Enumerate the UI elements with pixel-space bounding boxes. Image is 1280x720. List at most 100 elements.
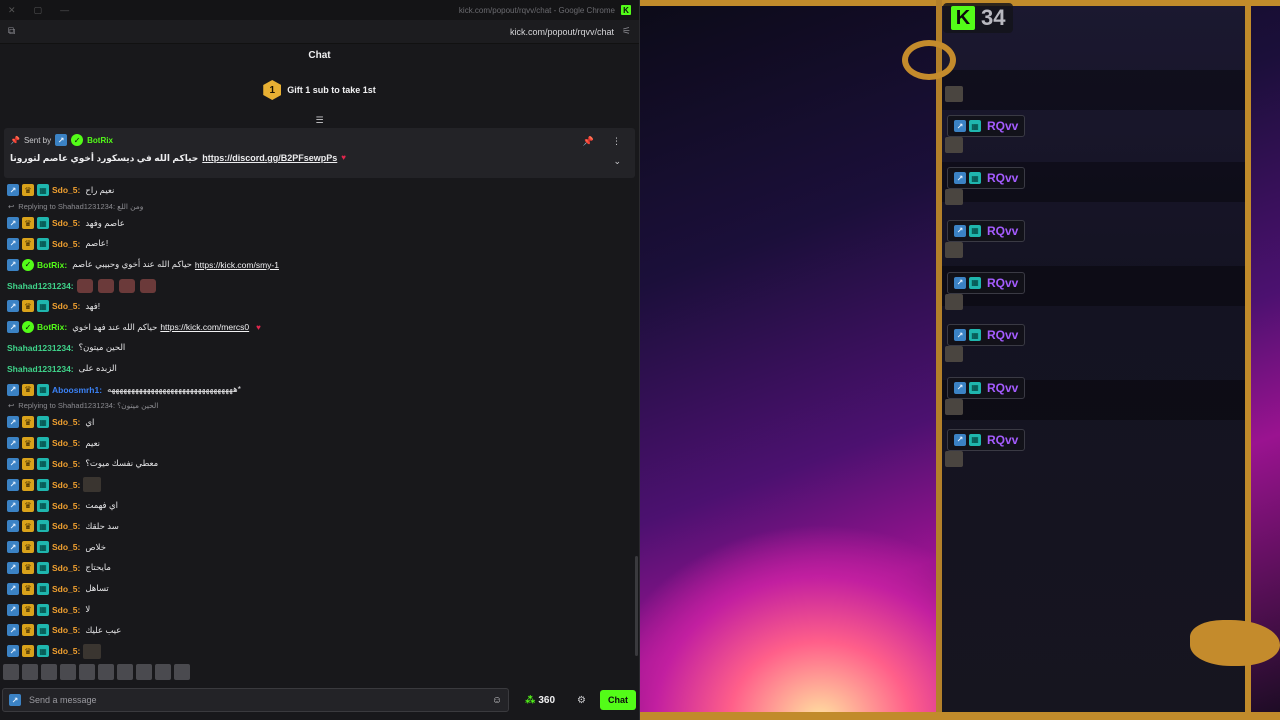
chat-message-link[interactable]: https://kick.com/smy-1 [195, 260, 279, 270]
emote-button[interactable] [3, 664, 19, 680]
reply-icon: ↩ [8, 202, 15, 212]
chat-username[interactable]: Sdo_5: [52, 438, 80, 448]
subscriber-badge-icon: ▦ [969, 381, 981, 394]
chat-input[interactable]: ↗ Send a message ☺ [2, 688, 510, 712]
chatter-name: RQvv [987, 171, 1019, 186]
chat-username[interactable]: Sdo_5: [52, 301, 80, 311]
chat-username[interactable]: Shahad1231234: [7, 343, 74, 353]
moderator-badge-icon: ↗ [7, 603, 19, 616]
maximize-window-icon[interactable]: ▢ [34, 5, 43, 16]
reply-text[interactable]: Replying to Shahad1231234: الحين ميتون؟ [18, 401, 158, 410]
chat-message: ↗ ♛ ▦ Sdo_5: فهد! [0, 296, 636, 317]
crown-badge-icon: ♛ [22, 217, 34, 230]
chat-username[interactable]: Sdo_5: [52, 646, 80, 656]
emote-button[interactable] [79, 664, 95, 680]
chat-message: ↗ ✓ BotRix: حياكم الله عند أخوي وحبيبي عاصم… [0, 254, 636, 275]
chat-username[interactable]: Sdo_5: [52, 542, 80, 552]
chat-username[interactable]: Sdo_5: [52, 605, 80, 615]
chat-message-link[interactable]: https://kick.com/mercs0 [160, 322, 249, 332]
chat-window: ✕ ▢ — kick.com/popout/rqvv/chat - Google… [0, 0, 640, 720]
chat-username[interactable]: BotRix: [37, 322, 67, 332]
moderator-badge-icon: ↗ [7, 237, 19, 250]
chat-sticker [83, 643, 102, 659]
chat-message-text: نعيم راح [85, 184, 115, 195]
address-url[interactable]: kick.com/popout/rqvv/chat [510, 27, 614, 37]
chevron-down-icon[interactable]: ⌄ [613, 156, 621, 167]
emote-button[interactable] [136, 664, 152, 680]
chat-username[interactable]: BotRix: [37, 260, 67, 270]
chat-username[interactable]: Sdo_5: [52, 521, 80, 531]
emoji-picker-icon[interactable]: ☺ [492, 695, 502, 706]
address-bar[interactable]: ⧉ kick.com/popout/rqvv/chat ⚟ [0, 20, 639, 44]
chat-username[interactable]: Sdo_5: [52, 480, 80, 490]
chat-username[interactable]: Sdo_5: [52, 417, 80, 427]
chat-username[interactable]: Sdo_5: [52, 563, 80, 573]
moderator-badge-icon: ↗ [7, 416, 19, 429]
send-chat-button[interactable]: Chat [600, 690, 636, 710]
chat-username[interactable]: Sdo_5: [52, 501, 80, 511]
chatter-name: RQvv [987, 119, 1019, 133]
moderator-badge-icon: ↗ [7, 383, 19, 396]
collapse-toggle-icon[interactable]: ☰ [0, 114, 639, 127]
channel-points[interactable]: ⁂ 360 [525, 695, 555, 706]
subscriber-badge-icon: ▦ [969, 172, 981, 185]
site-info-icon[interactable]: ⧉ [8, 26, 15, 37]
crown-badge-icon: ♛ [22, 383, 34, 396]
emote-button[interactable] [22, 664, 38, 680]
chat-username[interactable]: Sdo_5: [52, 459, 80, 469]
pin-action-icon[interactable]: 📌 [583, 136, 594, 147]
gold-frame [640, 712, 1280, 720]
chat-username[interactable]: Aboosmrh1: [52, 385, 102, 395]
gold-frame [1245, 0, 1251, 720]
overlay-strip [940, 70, 1248, 110]
close-window-icon[interactable]: ✕ [8, 5, 16, 16]
crown-badge-icon: ♛ [22, 237, 34, 250]
chat-username[interactable]: Sdo_5: [52, 239, 80, 249]
chat-username[interactable]: Sdo_5: [52, 185, 80, 195]
subscriber-badge-icon: ▦ [37, 184, 49, 197]
emote-button[interactable] [117, 664, 133, 680]
emote-button[interactable] [60, 664, 76, 680]
pinned-link[interactable]: https://discord.gg/B2PFsewpPs [202, 153, 337, 164]
more-options-icon[interactable]: ⋮ [612, 136, 621, 147]
reply-text[interactable]: Replying to Shahad1231234: ومن اللع [18, 202, 143, 211]
chat-message-text: اي [85, 416, 95, 427]
chat-username[interactable]: Sdo_5: [52, 218, 80, 228]
chat-message-text: حياكم الله عند فهد اخوي [72, 321, 158, 332]
emote-button[interactable] [41, 664, 57, 680]
chat-username[interactable]: Shahad1231234: [7, 281, 74, 291]
pinned-sender[interactable]: BotRix [87, 136, 113, 145]
chat-message: ↗ ♛ ▦ Sdo_5: مايحتاج [0, 558, 636, 579]
crown-badge-icon: ♛ [22, 478, 34, 491]
chat-username[interactable]: Shahad1231234: [7, 364, 74, 374]
pinned-message: 📌 Sent by ↗ ✓ BotRix حياكم الله في ديسكو… [4, 128, 635, 178]
chat-scrollbar[interactable] [635, 556, 638, 656]
kick-logo-icon: K [621, 5, 631, 15]
tune-icon[interactable]: ⚟ [622, 26, 631, 37]
moderator-badge-icon: ↗ [7, 561, 19, 574]
moderator-badge-icon: ↗ [954, 276, 966, 289]
moderator-badge-icon: ↗ [7, 258, 19, 271]
chat-username[interactable]: Sdo_5: [52, 625, 80, 635]
chatter-name-tag: ↗ ▦ RQvv [947, 376, 1026, 399]
reply-hint: ↩ Replying to Shahad1231234: الحين ميتون؟ [0, 400, 636, 412]
chatter-name-tag: ↗ ▦ RQvv [947, 115, 1026, 137]
chat-message: ↗ ♛ ▦ Sdo_5: تساهل [0, 578, 636, 599]
minimize-window-icon[interactable]: — [60, 5, 69, 16]
emote-button[interactable] [98, 664, 114, 680]
stream-video: K 34 ↗ ▦ RQvv ↗ ▦ RQvv ↗ ▦ RQvv ↗ ▦ RQvv ↗ ▦ RQvv ↗ ▦ RQv… [640, 0, 1280, 720]
gear-icon[interactable]: ⚙ [577, 695, 586, 706]
moderator-badge-icon: ↗ [7, 541, 19, 554]
subscriber-badge-icon: ▦ [37, 499, 49, 512]
chat-username[interactable]: Sdo_5: [52, 584, 80, 594]
chat-message: ↗ ♛ ▦ Sdo_5: عاصم! [0, 234, 636, 255]
emote-button[interactable] [155, 664, 171, 680]
chat-input-placeholder[interactable]: Send a message [29, 695, 97, 705]
crown-badge-icon: ♛ [22, 582, 34, 595]
gift-leaderboard-banner[interactable]: 1 Gift 1 sub to take 1st [0, 66, 639, 114]
emote-button[interactable] [174, 664, 190, 680]
chat-message-text: معطي نفسك ميوت؟ [85, 458, 159, 469]
avatar [945, 137, 963, 153]
kick-logo-icon: K [951, 6, 975, 30]
subscriber-badge-icon: ▦ [37, 457, 49, 470]
